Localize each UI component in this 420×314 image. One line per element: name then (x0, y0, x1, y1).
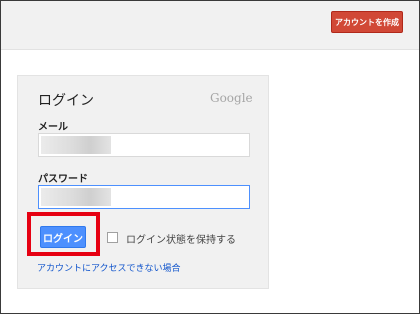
google-logo: Google (210, 91, 253, 105)
stay-signed-in-checkbox[interactable] (107, 232, 118, 243)
stay-signed-in-label[interactable]: ログイン状態を保持する (126, 231, 236, 246)
email-value-redacted (41, 136, 111, 154)
cant-access-account-link[interactable]: アカウントにアクセスできない場合 (37, 261, 181, 274)
create-account-button[interactable]: アカウントを作成 (331, 11, 403, 33)
email-label: メール (38, 122, 68, 133)
login-button-highlight (27, 212, 100, 256)
password-field[interactable] (38, 185, 250, 209)
password-label: パスワード (38, 174, 88, 185)
login-card: ログイン Google メール パスワード ログイン (17, 75, 269, 289)
top-bar: アカウントを作成 (1, 1, 419, 50)
login-title: ログイン (38, 93, 94, 109)
password-value-redacted (41, 188, 111, 206)
email-field[interactable] (38, 133, 250, 157)
